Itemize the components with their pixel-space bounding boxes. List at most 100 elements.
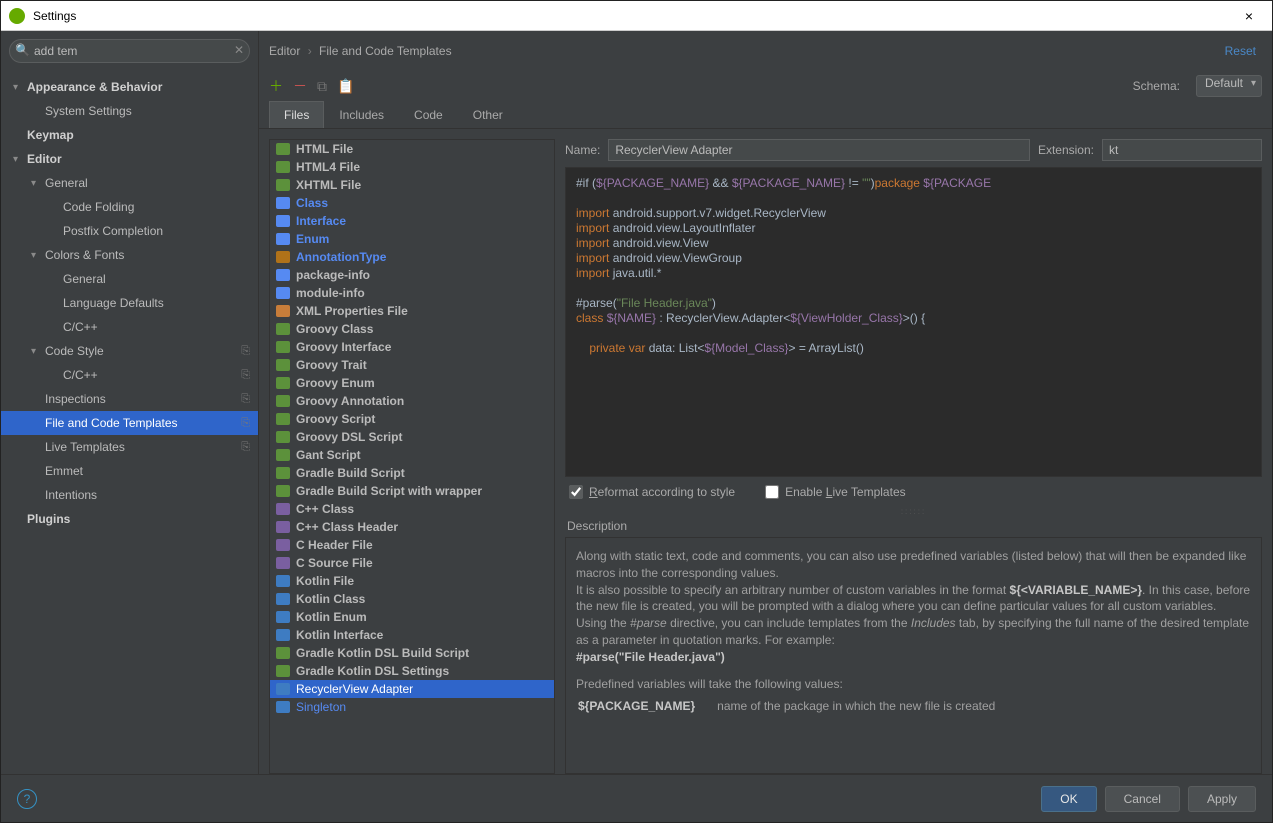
file-type-icon — [276, 683, 290, 695]
file-type-icon — [276, 413, 290, 425]
tab[interactable]: Code — [399, 101, 458, 128]
settings-search[interactable]: 🔍 ✕ — [9, 39, 250, 63]
file-type-icon — [276, 161, 290, 173]
help-icon[interactable]: ? — [17, 789, 37, 809]
sidebar-item[interactable]: Postfix Completion — [1, 219, 258, 243]
scope-icon: ⎘ — [241, 393, 250, 406]
file-type-icon — [276, 377, 290, 389]
template-file-item[interactable]: AnnotationType — [270, 248, 554, 266]
template-file-item[interactable]: Groovy Enum — [270, 374, 554, 392]
sidebar-item[interactable]: ▾Colors & Fonts — [1, 243, 258, 267]
template-name-input[interactable] — [608, 139, 1030, 161]
reformat-checkbox[interactable]: RReformat according to styleeformat acco… — [569, 485, 735, 499]
remove-icon[interactable]: － — [293, 76, 307, 96]
template-file-item[interactable]: Kotlin Enum — [270, 608, 554, 626]
resize-grip-icon[interactable]: :::::: — [565, 507, 1262, 515]
template-file-item[interactable]: Gradle Build Script with wrapper — [270, 482, 554, 500]
sidebar-item[interactable]: Emmet — [1, 459, 258, 483]
sidebar-item[interactable]: ▾Code Style⎘ — [1, 339, 258, 363]
template-file-item[interactable]: C++ Class Header — [270, 518, 554, 536]
live-templates-checkbox[interactable]: Enable Live Templates — [765, 485, 906, 499]
template-file-item[interactable]: package-info — [270, 266, 554, 284]
tab[interactable]: Includes — [324, 101, 399, 128]
breadcrumb-sep-icon: › — [308, 44, 312, 58]
template-file-item[interactable]: Groovy Annotation — [270, 392, 554, 410]
sidebar-item[interactable]: Live Templates⎘ — [1, 435, 258, 459]
settings-sidebar: 🔍 ✕ ▾Appearance & BehaviorSystem Setting… — [1, 31, 259, 774]
template-file-item[interactable]: Kotlin Class — [270, 590, 554, 608]
template-file-item[interactable]: XML Properties File — [270, 302, 554, 320]
tab[interactable]: Files — [269, 101, 324, 128]
template-file-item[interactable]: Gradle Build Script — [270, 464, 554, 482]
template-file-item[interactable]: Interface — [270, 212, 554, 230]
template-file-item[interactable]: Groovy Script — [270, 410, 554, 428]
template-file-item[interactable]: Singleton — [270, 698, 554, 716]
file-item-label: Groovy Script — [296, 412, 375, 426]
sidebar-item[interactable]: Code Folding — [1, 195, 258, 219]
template-file-item[interactable]: C Header File — [270, 536, 554, 554]
sidebar-item[interactable]: C/C++ — [1, 315, 258, 339]
sidebar-item[interactable]: Keymap — [1, 123, 258, 147]
apply-button[interactable]: Apply — [1188, 786, 1256, 812]
clear-search-icon[interactable]: ✕ — [234, 43, 244, 57]
file-item-label: Gradle Kotlin DSL Build Script — [296, 646, 469, 660]
desc-vars-table: ${PACKAGE_NAME}name of the package in wh… — [576, 692, 1017, 721]
sidebar-item[interactable]: General — [1, 267, 258, 291]
template-code-editor[interactable]: #if (${PACKAGE_NAME} && ${PACKAGE_NAME} … — [565, 167, 1262, 477]
sidebar-item-label: Plugins — [27, 512, 70, 526]
cancel-button[interactable]: Cancel — [1105, 786, 1180, 812]
template-file-item[interactable]: XHTML File — [270, 176, 554, 194]
template-file-item[interactable]: module-info — [270, 284, 554, 302]
template-file-item[interactable]: C++ Class — [270, 500, 554, 518]
template-file-item[interactable]: C Source File — [270, 554, 554, 572]
file-item-label: Groovy Annotation — [296, 394, 404, 408]
file-type-icon — [276, 251, 290, 263]
schema-select[interactable]: Default — [1196, 75, 1262, 97]
template-file-list[interactable]: HTML FileHTML4 FileXHTML FileClassInterf… — [269, 139, 555, 774]
copy-icon[interactable]: ⧉ — [317, 78, 327, 95]
tab[interactable]: Other — [458, 101, 518, 128]
sidebar-item[interactable]: C/C++⎘ — [1, 363, 258, 387]
template-file-item[interactable]: Groovy DSL Script — [270, 428, 554, 446]
search-input[interactable] — [9, 39, 250, 63]
settings-tree[interactable]: ▾Appearance & BehaviorSystem SettingsKey… — [1, 71, 258, 774]
template-file-item[interactable]: Groovy Interface — [270, 338, 554, 356]
ok-button[interactable]: OK — [1041, 786, 1096, 812]
template-file-item[interactable]: HTML4 File — [270, 158, 554, 176]
template-file-item[interactable]: Class — [270, 194, 554, 212]
close-icon[interactable]: × — [1234, 8, 1264, 24]
template-file-item[interactable]: Enum — [270, 230, 554, 248]
template-file-item[interactable]: Gant Script — [270, 446, 554, 464]
file-type-icon — [276, 629, 290, 641]
file-type-icon — [276, 539, 290, 551]
template-file-item[interactable]: Kotlin File — [270, 572, 554, 590]
reset-link[interactable]: Reset — [1225, 44, 1256, 58]
add-icon[interactable]: ＋ — [269, 76, 283, 96]
sidebar-item-label: Emmet — [45, 464, 83, 478]
template-file-item[interactable]: Gradle Kotlin DSL Settings — [270, 662, 554, 680]
template-file-item[interactable]: Groovy Trait — [270, 356, 554, 374]
description-label: Description — [565, 515, 1262, 537]
template-ext-input[interactable] — [1102, 139, 1262, 161]
sidebar-item[interactable]: Plugins — [1, 507, 258, 531]
template-file-item[interactable]: HTML File — [270, 140, 554, 158]
template-file-item[interactable]: Gradle Kotlin DSL Build Script — [270, 644, 554, 662]
sidebar-item-label: General — [63, 272, 106, 286]
scope-icon: ⎘ — [241, 441, 250, 454]
template-file-item[interactable]: Kotlin Interface — [270, 626, 554, 644]
sidebar-item[interactable]: Language Defaults — [1, 291, 258, 315]
file-type-icon — [276, 467, 290, 479]
sidebar-item[interactable]: ▾General — [1, 171, 258, 195]
schema-label: Schema: — [1133, 79, 1180, 93]
sidebar-item[interactable]: System Settings — [1, 99, 258, 123]
template-file-item[interactable]: RecyclerView Adapter — [270, 680, 554, 698]
expand-icon: ▾ — [13, 82, 27, 93]
sidebar-item[interactable]: ▾Appearance & Behavior — [1, 75, 258, 99]
sidebar-item[interactable]: ▾Editor — [1, 147, 258, 171]
template-file-item[interactable]: Groovy Class — [270, 320, 554, 338]
file-type-icon — [276, 449, 290, 461]
sidebar-item[interactable]: Inspections⎘ — [1, 387, 258, 411]
sidebar-item[interactable]: Intentions — [1, 483, 258, 507]
sidebar-item[interactable]: File and Code Templates⎘ — [1, 411, 258, 435]
description-panel: Along with static text, code and comment… — [565, 537, 1262, 774]
